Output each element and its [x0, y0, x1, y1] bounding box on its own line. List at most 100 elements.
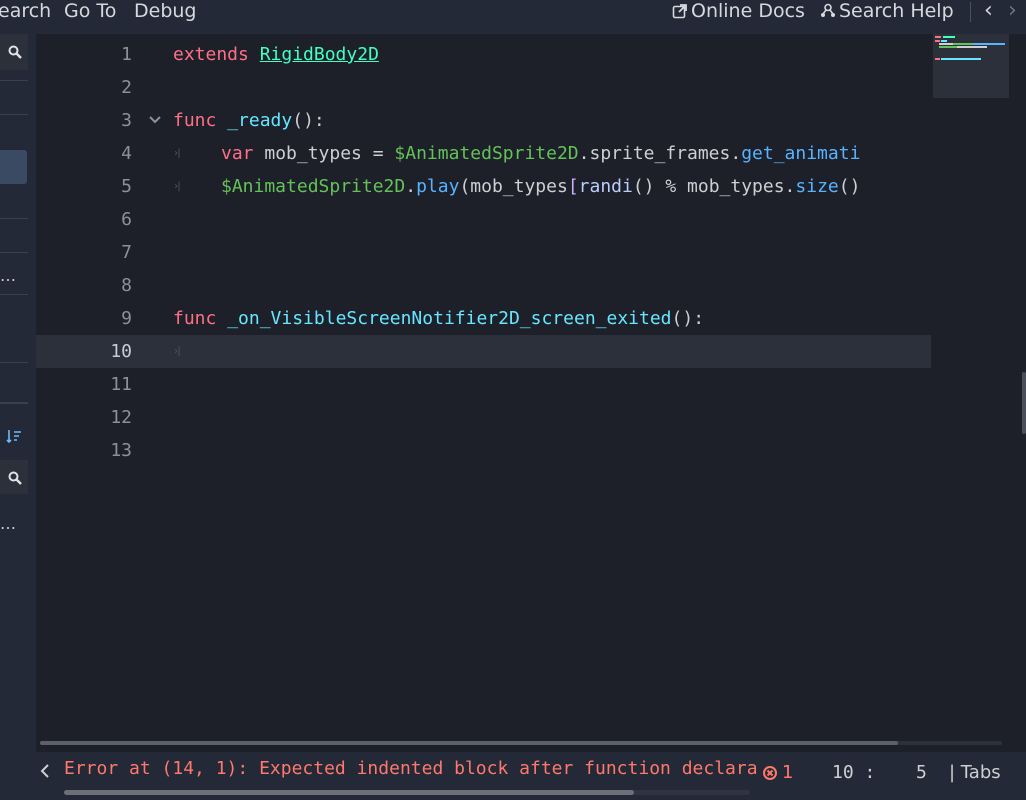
code-token: .sprite_frames. [578, 143, 742, 164]
list-divider [0, 114, 28, 115]
status-scrollbar-thumb[interactable] [64, 790, 634, 795]
error-message[interactable]: Error at (14, 1): Expected indented bloc… [64, 757, 758, 781]
line-number[interactable]: 2 [36, 71, 132, 104]
selected-script-item[interactable] [0, 150, 27, 184]
minimap-line [943, 36, 955, 38]
line-number[interactable]: 1 [36, 38, 132, 71]
code-token: func [173, 110, 217, 131]
minimap-line [939, 46, 957, 48]
line-number[interactable]: 5 [36, 170, 132, 203]
code-token: func [173, 308, 217, 329]
line-number[interactable]: 8 [36, 269, 132, 302]
code-token: mob_types = [253, 143, 395, 164]
code-line[interactable]: 6 [36, 203, 931, 236]
minimap-line [935, 36, 941, 38]
code-token: _ready [227, 110, 293, 131]
code-line[interactable]: 8 [36, 269, 931, 302]
script-list-panel: … … [0, 34, 28, 800]
toolbar-separator [970, 2, 971, 22]
minimap-line [935, 58, 940, 60]
line-number[interactable]: 7 [36, 236, 132, 269]
minimap-line [935, 40, 940, 42]
truncated-method-ellipsis[interactable]: … [0, 514, 16, 533]
minimap-line [941, 40, 947, 42]
back-button[interactable]: ‹ [984, 0, 993, 22]
code-editor[interactable]: 1 extends RigidBody2D 2 3 func _ready(): 4 ›| v… [36, 34, 1026, 752]
menu-search[interactable]: earch [0, 0, 51, 22]
indentation-mode[interactable]: | Tabs [949, 762, 1001, 783]
minimap-line [953, 43, 973, 45]
error-icon[interactable] [763, 766, 777, 780]
code-token: . [405, 176, 417, 197]
tab-indent-marker-icon: ›| [173, 148, 182, 159]
code-text[interactable]: var mob_types = $AnimatedSprite2D.sprite… [221, 137, 860, 170]
code-token: RigidBody2D [259, 44, 379, 65]
code-token: [ [567, 176, 579, 197]
line-number[interactable]: 10 [36, 335, 132, 368]
menu-go-to[interactable]: Go To [64, 0, 116, 22]
code-token: randi [578, 176, 633, 197]
line-number[interactable]: 4 [36, 137, 132, 170]
code-line[interactable]: 1 extends RigidBody2D [36, 38, 931, 71]
line-number[interactable]: 6 [36, 203, 132, 236]
forward-button[interactable]: › [1008, 0, 1017, 22]
line-number[interactable]: 9 [36, 302, 132, 335]
filter-methods-field[interactable] [0, 460, 28, 494]
editor-horizontal-scroll-thumb[interactable] [40, 741, 898, 745]
code-line[interactable]: 2 [36, 71, 931, 104]
list-divider [0, 80, 28, 81]
online-docs-label: Online Docs [691, 0, 805, 22]
panel-split-line [0, 402, 28, 404]
code-token: get_animati [741, 143, 861, 164]
code-text[interactable]: extends RigidBody2D [173, 38, 379, 71]
search-help-button[interactable]: Search Help [820, 0, 954, 22]
cursor-column: 5 [916, 762, 927, 783]
code-token: (): [292, 110, 325, 131]
minimap-line [941, 58, 981, 60]
code-line[interactable]: 7 [36, 236, 931, 269]
code-line[interactable]: 13 [36, 434, 931, 467]
minimap[interactable] [933, 34, 1009, 98]
sort-icon[interactable] [6, 428, 22, 448]
code-line[interactable]: 12 [36, 401, 931, 434]
code-line[interactable]: 9 func _on_VisibleScreenNotifier2D_screen… [36, 302, 931, 335]
code-token: (): [671, 308, 705, 329]
external-link-icon [672, 4, 687, 19]
code-token: size [795, 176, 839, 197]
line-number[interactable]: 3 [36, 104, 132, 137]
editor-vertical-scrollbar[interactable] [1022, 372, 1026, 434]
list-divider [0, 294, 28, 295]
code-line[interactable]: 4 ›| var mob_types = $AnimatedSprite2D.spr… [36, 137, 931, 170]
code-text[interactable]: func _on_VisibleScreenNotifier2D_screen_… [173, 302, 704, 335]
menu-debug[interactable]: Debug [134, 0, 196, 22]
minimap-line [939, 43, 953, 45]
code-line[interactable]: 5 ›| $AnimatedSprite2D.play(mob_types[rand… [36, 170, 931, 203]
search-icon [8, 471, 22, 485]
code-token: var [221, 143, 254, 164]
code-text[interactable]: $AnimatedSprite2D.play(mob_types[randi()… [221, 170, 860, 203]
chevron-left-icon [40, 764, 49, 778]
code-line[interactable]: 11 [36, 368, 931, 401]
truncated-item-ellipsis[interactable]: … [0, 266, 16, 285]
status-bar: Error at (14, 1): Expected indented bloc… [36, 752, 1026, 800]
code-line[interactable]: 10 ›| [36, 335, 931, 368]
code-token: $AnimatedSprite2D [394, 143, 579, 164]
code-text[interactable]: func _ready(): [173, 104, 325, 137]
minimap-line [957, 46, 987, 48]
toggle-scripts-panel-button[interactable] [40, 762, 50, 783]
filter-scripts-field[interactable] [0, 34, 28, 70]
line-number[interactable]: 12 [36, 401, 132, 434]
cursor-line: 10 : [832, 762, 876, 783]
line-number[interactable]: 11 [36, 368, 132, 401]
editor-horizontal-scrollbar[interactable] [40, 741, 1002, 745]
online-docs-button[interactable]: Online Docs [672, 0, 805, 22]
help-search-icon [821, 3, 835, 17]
error-count[interactable]: 1 [782, 762, 793, 783]
code-line[interactable]: 3 func _ready(): [36, 104, 931, 137]
help-toolbar: Online Docs Search Help ‹ › [666, 0, 1026, 24]
code-token: extends [173, 44, 249, 65]
line-number[interactable]: 13 [36, 434, 132, 467]
